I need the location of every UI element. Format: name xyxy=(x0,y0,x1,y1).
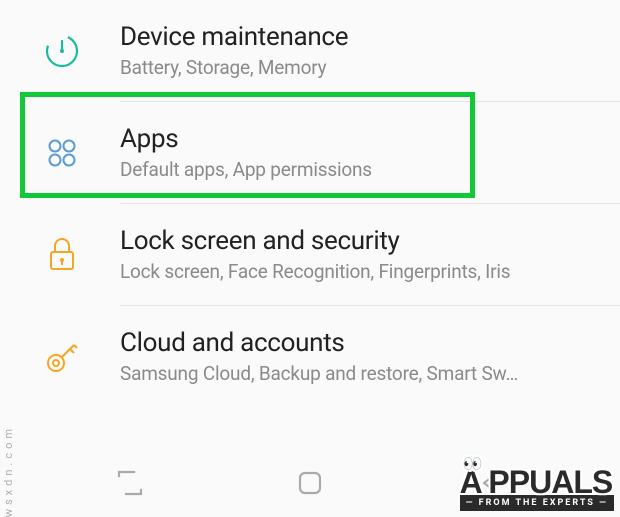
item-subtitle: Default apps, App permissions xyxy=(120,158,372,181)
item-subtitle: Samsung Cloud, Backup and restore, Smart… xyxy=(120,362,518,385)
item-subtitle: Battery, Storage, Memory xyxy=(120,56,348,79)
item-title: Lock screen and security xyxy=(120,226,510,256)
item-title: Apps xyxy=(120,124,372,154)
settings-item-apps[interactable]: Apps Default apps, App permissions xyxy=(0,102,620,203)
recents-button[interactable] xyxy=(112,465,148,501)
settings-list: Device maintenance Battery, Storage, Mem… xyxy=(0,0,620,407)
item-title: Cloud and accounts xyxy=(120,328,518,358)
apps-icon xyxy=(38,129,86,177)
settings-item-device-maintenance[interactable]: Device maintenance Battery, Storage, Mem… xyxy=(0,0,620,101)
watermark-brand-rest: PPUALS xyxy=(488,464,612,500)
watermark-url-vertical: wsxdn.com xyxy=(2,425,15,517)
item-subtitle: Lock screen, Face Recognition, Fingerpri… xyxy=(120,260,510,283)
item-title: Device maintenance xyxy=(120,22,348,52)
settings-item-lock-security[interactable]: Lock screen and security Lock screen, Fa… xyxy=(0,204,620,305)
lock-icon xyxy=(38,231,86,279)
key-icon xyxy=(38,333,86,381)
settings-item-cloud-accounts[interactable]: Cloud and accounts Samsung Cloud, Backup… xyxy=(0,306,620,407)
gauge-icon xyxy=(38,27,86,75)
watermark-badge: A 👀 PPUALS — FROM THE EXPERTS — xyxy=(460,468,614,511)
home-button[interactable] xyxy=(292,465,328,501)
